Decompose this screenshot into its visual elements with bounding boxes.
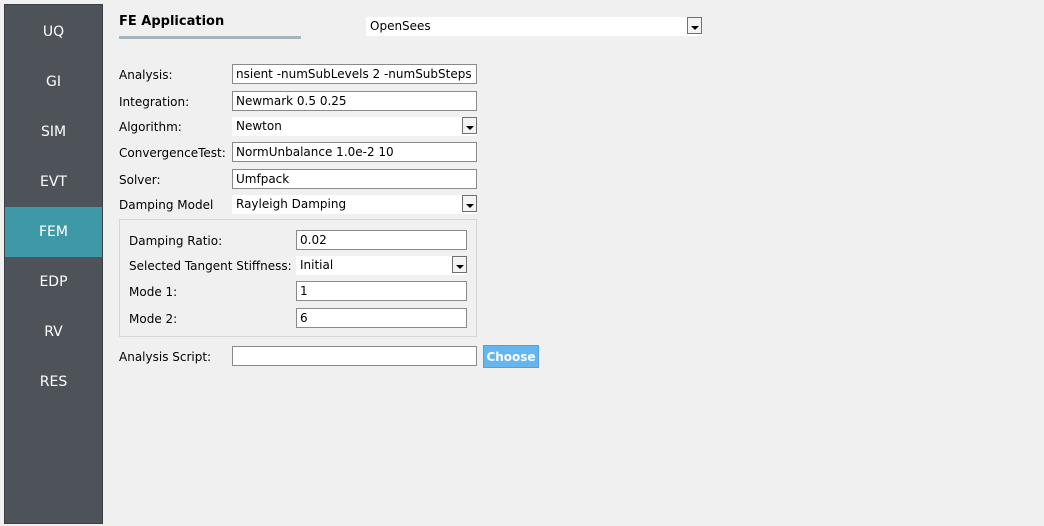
fe-application-value: OpenSees bbox=[370, 19, 431, 33]
chevron-down-icon[interactable] bbox=[462, 117, 477, 134]
sidebar-item-label: GI bbox=[46, 74, 61, 90]
sidebar-item-label: SIM bbox=[40, 124, 67, 140]
solver-label: Solver: bbox=[119, 173, 161, 187]
sidebar-item-uq[interactable]: UQ bbox=[5, 7, 102, 57]
chevron-down-icon[interactable] bbox=[452, 256, 467, 273]
algorithm-value: Newton bbox=[236, 119, 282, 133]
analysis-label: Analysis: bbox=[119, 68, 173, 82]
mode1-label: Mode 1: bbox=[129, 285, 178, 299]
sidebar-item-label: RV bbox=[44, 324, 63, 340]
sidebar-item-label: RES bbox=[39, 374, 68, 390]
analysis-script-label: Analysis Script: bbox=[119, 350, 212, 364]
chevron-down-icon[interactable] bbox=[687, 17, 702, 34]
tangent-stiffness-select[interactable]: Initial bbox=[296, 256, 467, 275]
mode2-label: Mode 2: bbox=[129, 312, 178, 326]
page-title: FE Application bbox=[119, 14, 225, 29]
sidebar-item-gi[interactable]: GI bbox=[5, 57, 102, 107]
analysis-script-field[interactable] bbox=[232, 346, 477, 366]
sidebar-item-label: EDP bbox=[39, 274, 68, 290]
mode2-field[interactable]: 6 bbox=[296, 308, 467, 328]
sidebar-item-label: FEM bbox=[39, 224, 68, 240]
damping-ratio-label: Damping Ratio: bbox=[129, 234, 223, 248]
algorithm-select[interactable]: Newton bbox=[232, 117, 477, 136]
analysis-field[interactable]: nsient -numSubLevels 2 -numSubSteps 10 bbox=[232, 64, 477, 84]
fe-application-select[interactable]: OpenSees bbox=[366, 17, 702, 36]
sidebar-item-rv[interactable]: RV bbox=[5, 307, 102, 357]
damping-model-value: Rayleigh Damping bbox=[236, 197, 347, 211]
integration-label: Integration: bbox=[119, 95, 190, 109]
mode1-field[interactable]: 1 bbox=[296, 281, 467, 301]
convergence-test-field[interactable]: NormUnbalance 1.0e-2 10 bbox=[232, 142, 477, 162]
damping-ratio-field[interactable]: 0.02 bbox=[296, 230, 467, 250]
convergence-test-label: ConvergenceTest: bbox=[119, 146, 226, 160]
damping-model-label: Damping Model bbox=[119, 198, 214, 212]
sidebar-item-res[interactable]: RES bbox=[5, 357, 102, 407]
choose-button[interactable]: Choose bbox=[483, 345, 539, 368]
damping-model-select[interactable]: Rayleigh Damping bbox=[232, 195, 477, 214]
sidebar-item-edp[interactable]: EDP bbox=[5, 257, 102, 307]
solver-field[interactable]: Umfpack bbox=[232, 169, 477, 189]
tangent-stiffness-label: Selected Tangent Stiffness: bbox=[129, 259, 292, 273]
sidebar-item-evt[interactable]: EVT bbox=[5, 157, 102, 207]
sidebar-item-fem[interactable]: FEM bbox=[5, 207, 102, 257]
chevron-down-icon[interactable] bbox=[462, 195, 477, 212]
integration-field[interactable]: Newmark 0.5 0.25 bbox=[232, 91, 477, 111]
sidebar-item-label: EVT bbox=[40, 174, 67, 190]
sidebar-item-sim[interactable]: SIM bbox=[5, 107, 102, 157]
title-underline bbox=[119, 36, 301, 39]
sidebar-item-label: UQ bbox=[42, 24, 65, 40]
sidebar: UQ GI SIM EVT FEM EDP RV RES bbox=[4, 4, 103, 524]
tangent-stiffness-value: Initial bbox=[300, 258, 334, 272]
algorithm-label: Algorithm: bbox=[119, 120, 182, 134]
